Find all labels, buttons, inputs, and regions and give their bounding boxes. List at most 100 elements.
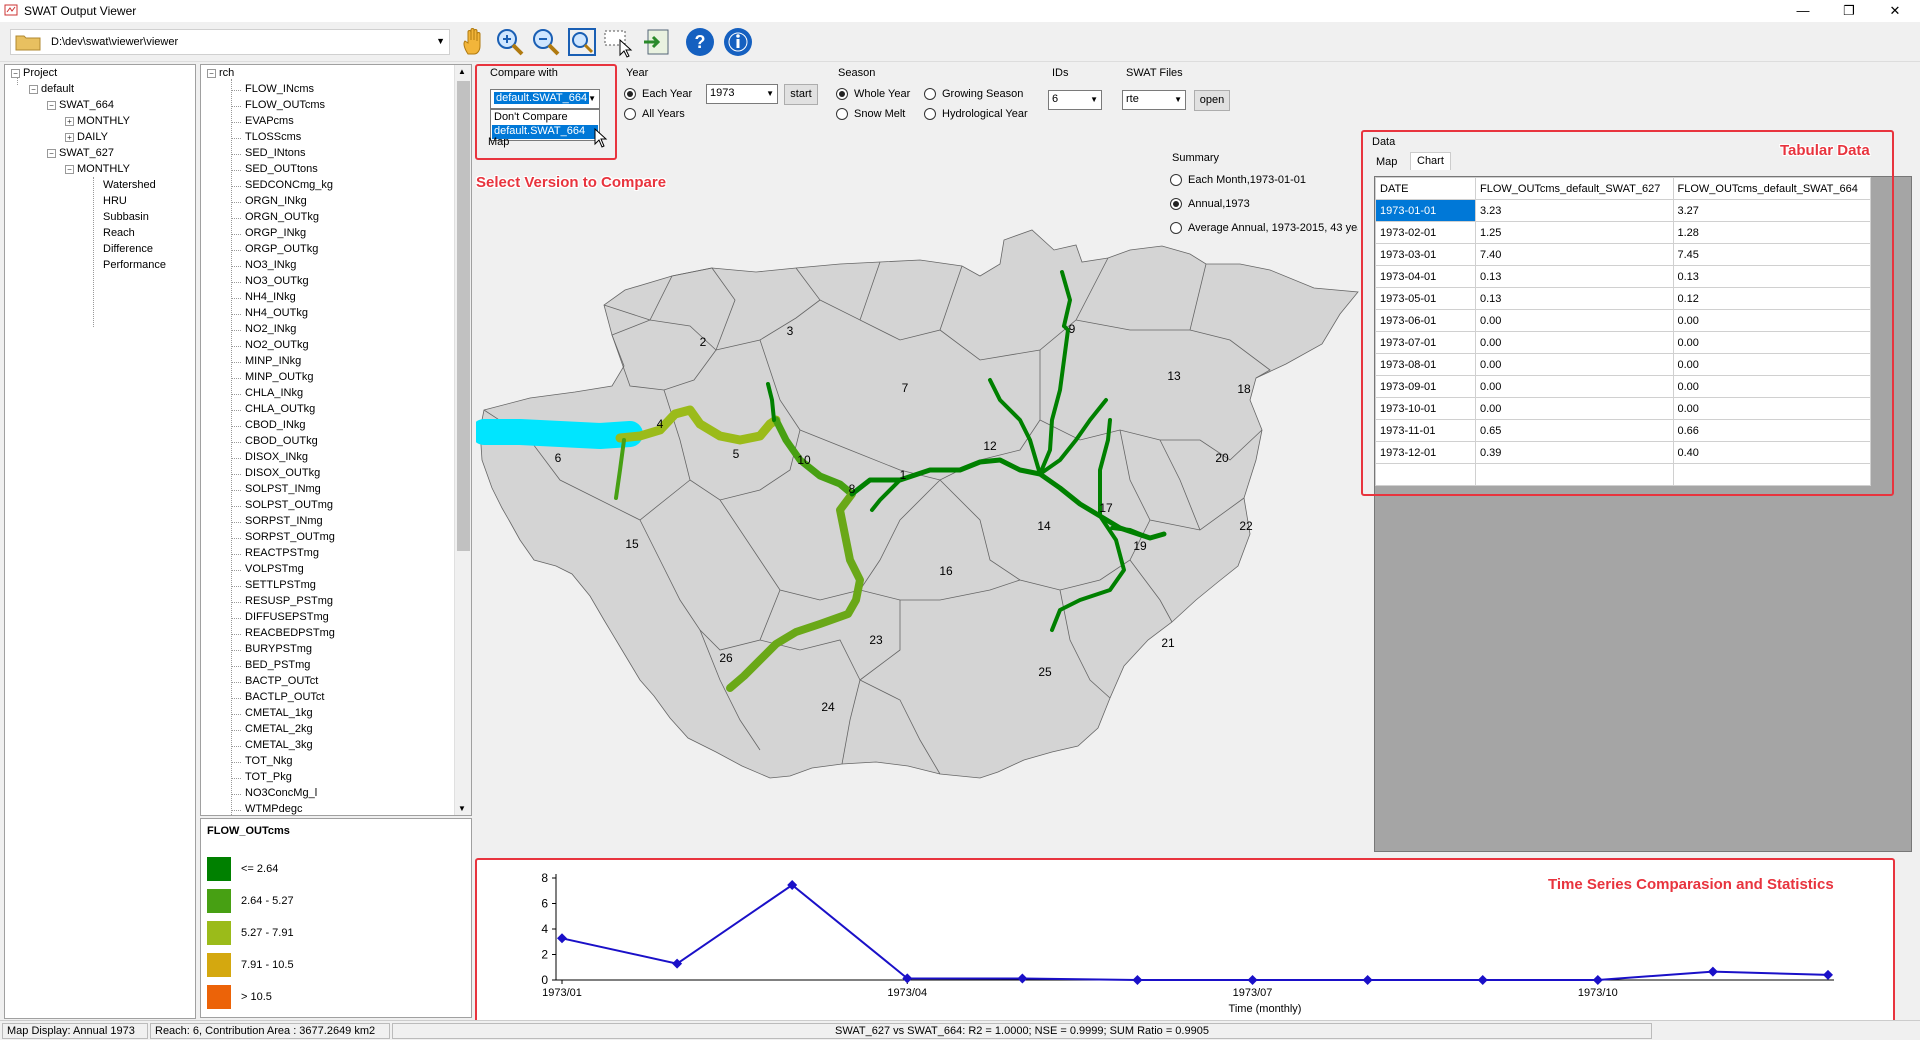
variable-tree-item[interactable]: MINP_INkg	[245, 355, 301, 367]
pan-hand-icon[interactable]	[458, 26, 490, 58]
chevron-down-icon: ▼	[1174, 95, 1182, 104]
each-year-radio[interactable]	[624, 88, 636, 100]
svg-text:?: ?	[695, 32, 706, 52]
variable-tree-item[interactable]: NO3_INkg	[245, 259, 296, 271]
variable-tree-item[interactable]: RESUSP_PSTmg	[245, 595, 333, 607]
tree-item-swat627[interactable]: − SWAT_627	[47, 147, 114, 159]
variable-tree-item[interactable]: EVAPcms	[245, 115, 294, 127]
variable-tree-item[interactable]: FLOW_OUTcms	[245, 99, 325, 111]
map-view[interactable]: 2 3 4 5 6 7 9 10 12 13 14 15 16 18 19 20 21 22 23 24 25 26 1 8 1…	[471, 150, 1362, 854]
variable-tree-item[interactable]: NO2_INkg	[245, 323, 296, 335]
tree-item-reach[interactable]: Reach	[103, 227, 135, 239]
tree-item-monthly-664[interactable]: + MONTHLY	[65, 115, 130, 127]
variable-tree-item[interactable]: MINP_OUTkg	[245, 371, 313, 383]
variable-tree-item[interactable]: REACBEDPSTmg	[245, 627, 335, 639]
help-icon[interactable]: ?	[684, 26, 716, 58]
variable-tree-item[interactable]: CBOD_INkg	[245, 419, 306, 431]
variable-tree-item[interactable]: SED_OUTtons	[245, 163, 318, 175]
variable-tree-item[interactable]: ORGN_OUTkg	[245, 211, 319, 223]
close-button[interactable]: ✕	[1872, 0, 1918, 22]
variable-tree-item[interactable]: BED_PSTmg	[245, 659, 310, 671]
zoom-out-icon[interactable]	[530, 26, 562, 58]
title-bar: SWAT Output Viewer — ❐ ✕	[0, 0, 1920, 22]
variable-tree-item[interactable]: ORGN_INkg	[245, 195, 307, 207]
growing-season-radio[interactable]	[924, 88, 936, 100]
export-icon[interactable]	[642, 26, 674, 58]
info-icon[interactable]	[722, 26, 754, 58]
variable-tree-item[interactable]: BACTP_OUTct	[245, 675, 318, 687]
variable-tree-item[interactable]: DISOX_OUTkg	[245, 467, 320, 479]
tree-item-performance[interactable]: Performance	[103, 259, 166, 271]
maximize-button[interactable]: ❐	[1826, 0, 1872, 22]
variable-tree-item[interactable]: NO3ConcMg_l	[245, 787, 317, 799]
select-pointer-icon[interactable]	[602, 26, 634, 58]
variable-tree-item[interactable]: BURYPSTmg	[245, 643, 312, 655]
swat-files-select[interactable]: rte ▼	[1122, 90, 1186, 110]
variable-tree-item[interactable]: SOLPST_OUTmg	[245, 499, 333, 511]
variable-tree-item[interactable]: SORPST_INmg	[245, 515, 323, 527]
variable-tree-item[interactable]: TLOSScms	[245, 131, 301, 143]
tree-item-watershed[interactable]: Watershed	[103, 179, 156, 191]
variable-tree-item[interactable]: WTMPdegc	[245, 803, 302, 815]
variable-tree-item[interactable]: SEDCONCmg_kg	[245, 179, 333, 191]
tree-item-difference[interactable]: Difference	[103, 243, 153, 255]
variable-tree-item[interactable]: SOLPST_INmg	[245, 483, 321, 495]
variable-tree-item[interactable]: CHLA_OUTkg	[245, 403, 315, 415]
variable-tree-item[interactable]: NO3_OUTkg	[245, 275, 309, 287]
summary-each-month-radio[interactable]	[1170, 174, 1182, 186]
tree-root-project[interactable]: − Project	[11, 67, 57, 79]
path-combobox[interactable]: D:\dev\swat\viewer\viewer ▼	[10, 29, 450, 55]
tree-item-hru[interactable]: HRU	[103, 195, 127, 207]
zoom-extent-icon[interactable]	[566, 26, 598, 58]
variable-tree-item[interactable]: CHLA_INkg	[245, 387, 303, 399]
tree-item-subbasin[interactable]: Subbasin	[103, 211, 149, 223]
variable-tree-item[interactable]: BACTLP_OUTct	[245, 691, 324, 703]
variable-tree-scrollbar[interactable]: ▲ ▼	[454, 65, 471, 815]
minimize-button[interactable]: —	[1780, 0, 1826, 22]
variable-tree-item[interactable]: VOLPSTmg	[245, 563, 304, 575]
variable-tree-item[interactable]: TOT_Nkg	[245, 755, 292, 767]
open-button[interactable]: open	[1194, 90, 1230, 111]
subbasin-label: 26	[719, 651, 733, 665]
year-select[interactable]: 1973 ▼	[706, 84, 778, 104]
tree-item-monthly-627[interactable]: − MONTHLY	[65, 163, 130, 175]
variable-tree[interactable]: − rch FLOW_INcms FLOW_OUTcms EVAPcms TLOSScm…	[200, 64, 472, 816]
variable-tree-item[interactable]: NO2_OUTkg	[245, 339, 309, 351]
project-tree[interactable]: − Project − default − SWAT_664 + MONTHLY + DA…	[4, 64, 196, 1019]
legend-swatch	[207, 921, 231, 945]
scrollbar-thumb[interactable]	[457, 81, 470, 551]
variable-tree-item[interactable]: SETTLPSTmg	[245, 579, 316, 591]
variable-tree-item[interactable]: DISOX_INkg	[245, 451, 308, 463]
variable-tree-item[interactable]: DIFFUSEPSTmg	[245, 611, 329, 623]
tree-root-rch[interactable]: − rch	[207, 67, 234, 79]
variable-tree-item[interactable]: CBOD_OUTkg	[245, 435, 318, 447]
ids-select[interactable]: 6 ▼	[1048, 90, 1102, 110]
summary-average-annual-radio[interactable]	[1170, 222, 1182, 234]
variable-tree-item[interactable]: ORGP_INkg	[245, 227, 306, 239]
variable-tree-item[interactable]: FLOW_INcms	[245, 83, 314, 95]
summary-label: Summary	[1172, 152, 1220, 164]
tree-item-daily-664[interactable]: + DAILY	[65, 131, 108, 143]
all-years-radio[interactable]	[624, 108, 636, 120]
whole-year-radio[interactable]	[836, 88, 848, 100]
start-button[interactable]: start	[784, 84, 818, 105]
variable-tree-item[interactable]: TOT_Pkg	[245, 771, 292, 783]
swat-files-label: SWAT Files	[1126, 67, 1183, 79]
variable-tree-item[interactable]: CMETAL_1kg	[245, 707, 313, 719]
variable-tree-item[interactable]: REACTPSTmg	[245, 547, 319, 559]
variable-tree-item[interactable]: NH4_INkg	[245, 291, 296, 303]
tree-item-swat664[interactable]: − SWAT_664	[47, 99, 114, 111]
variable-tree-item[interactable]: CMETAL_3kg	[245, 739, 313, 751]
variable-tree-item[interactable]: ORGP_OUTkg	[245, 243, 318, 255]
tree-item-default[interactable]: − default	[29, 83, 74, 95]
zoom-in-icon[interactable]	[494, 26, 526, 58]
variable-tree-item[interactable]: NH4_OUTkg	[245, 307, 308, 319]
variable-tree-item[interactable]: SED_INtons	[245, 147, 306, 159]
variable-tree-item[interactable]: SORPST_OUTmg	[245, 531, 335, 543]
watershed-map[interactable]: 2345679101213141516181920212223242526181…	[471, 150, 1362, 854]
variable-tree-item[interactable]: CMETAL_2kg	[245, 723, 313, 735]
snow-melt-radio[interactable]	[836, 108, 848, 120]
summary-annual-radio[interactable]	[1170, 198, 1182, 210]
hydrological-year-radio[interactable]	[924, 108, 936, 120]
status-map-display: Map Display: Annual 1973	[2, 1023, 148, 1039]
